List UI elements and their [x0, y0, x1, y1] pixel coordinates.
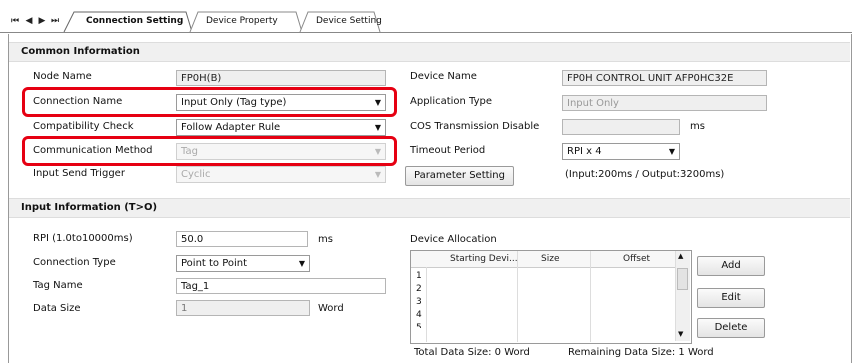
timeout-select[interactable]: RPI x 4 ▼: [562, 143, 680, 160]
col-offset[interactable]: Offset: [623, 252, 650, 266]
parameter-setting-button[interactable]: Parameter Setting: [405, 166, 514, 186]
input-trigger-label: Input Send Trigger: [33, 168, 125, 179]
chevron-down-icon: ▼: [298, 259, 305, 268]
node-name-field: FP0H(B): [176, 70, 386, 86]
data-size-field: 1: [176, 300, 310, 316]
scroll-down-icon[interactable]: ▼: [678, 330, 683, 338]
chevron-down-icon: ▼: [668, 147, 675, 156]
col-starting-device[interactable]: Starting Devi...: [450, 252, 518, 266]
timeout-value: RPI x 4: [567, 146, 602, 157]
cos-field: [562, 119, 680, 135]
edit-button[interactable]: Edit: [697, 288, 765, 308]
app-type-field: Input Only: [562, 95, 767, 111]
connection-type-value: Point to Point: [181, 258, 248, 269]
table-row[interactable]: 2: [416, 284, 422, 295]
node-name-label: Node Name: [33, 71, 92, 82]
col-divider: [590, 251, 591, 342]
compat-check-label: Compatibility Check: [33, 121, 134, 132]
device-name-field: FP0H CONTROL UNIT AFP0HC32E: [562, 70, 767, 86]
chevron-down-icon: ▼: [374, 123, 381, 132]
common-info-title: Common Information: [21, 46, 140, 57]
data-size-unit: Word: [318, 303, 344, 314]
last-tab-icon[interactable]: ⏭: [50, 14, 60, 28]
chevron-down-icon: ▼: [374, 170, 381, 179]
common-info-header: Common Information: [9, 42, 850, 62]
add-button[interactable]: Add: [697, 256, 765, 276]
device-allocation-title: Device Allocation: [410, 234, 497, 245]
data-size-label: Data Size: [33, 303, 81, 314]
window-top: [0, 0, 852, 10]
col-divider: [517, 251, 518, 342]
table-row[interactable]: 4: [416, 310, 422, 321]
cos-unit: ms: [690, 121, 705, 132]
table-row[interactable]: 1: [416, 271, 422, 282]
connection-type-select[interactable]: Point to Point ▼: [176, 255, 310, 272]
tab-device-property[interactable]: Device Property: [196, 11, 288, 31]
col-size[interactable]: Size: [541, 252, 559, 266]
highlight-connection-name: [22, 87, 397, 117]
tab-connection-setting[interactable]: Connection Setting: [76, 11, 193, 31]
scroll-up-icon[interactable]: ▲: [678, 252, 683, 260]
rpi-label: RPI (1.0to10000ms): [33, 233, 133, 244]
tag-name-label: Tag Name: [33, 280, 83, 291]
delete-button[interactable]: Delete: [697, 318, 765, 338]
next-tab-icon[interactable]: ▶: [37, 14, 47, 28]
first-tab-icon[interactable]: ⏮: [10, 14, 20, 28]
rpi-input[interactable]: 50.0: [176, 231, 308, 247]
input-trigger-select[interactable]: Cyclic ▼: [176, 166, 386, 183]
param-info-text: (Input:200ms / Output:3200ms): [565, 169, 725, 180]
allocation-scrollbar[interactable]: [675, 251, 690, 341]
app-type-label: Application Type: [410, 96, 493, 107]
compat-check-select[interactable]: Follow Adapter Rule ▼: [176, 119, 386, 136]
tag-name-input[interactable]: Tag_1: [176, 278, 386, 294]
total-data-size: Total Data Size: 0 Word: [414, 347, 530, 358]
tab-device-setting[interactable]: Device Setting: [306, 11, 392, 31]
prev-tab-icon[interactable]: ◀: [24, 14, 34, 28]
compat-check-value: Follow Adapter Rule: [181, 122, 281, 133]
input-trigger-value: Cyclic: [181, 169, 211, 180]
connection-type-label: Connection Type: [33, 257, 116, 268]
input-info-title: Input Information (T>O): [21, 202, 158, 213]
input-info-header: Input Information (T>O): [9, 198, 850, 218]
table-row[interactable]: 3: [416, 297, 422, 308]
highlight-communication-method: [22, 136, 397, 166]
scrollbar-thumb[interactable]: [677, 268, 688, 290]
rpi-unit: ms: [318, 234, 333, 245]
col-divider: [426, 267, 427, 342]
table-row[interactable]: 5: [416, 323, 422, 328]
cos-label: COS Transmission Disable: [410, 121, 540, 132]
device-name-label: Device Name: [410, 71, 477, 82]
timeout-label: Timeout Period: [410, 145, 486, 156]
remaining-data-size: Remaining Data Size: 1 Word: [568, 347, 714, 358]
